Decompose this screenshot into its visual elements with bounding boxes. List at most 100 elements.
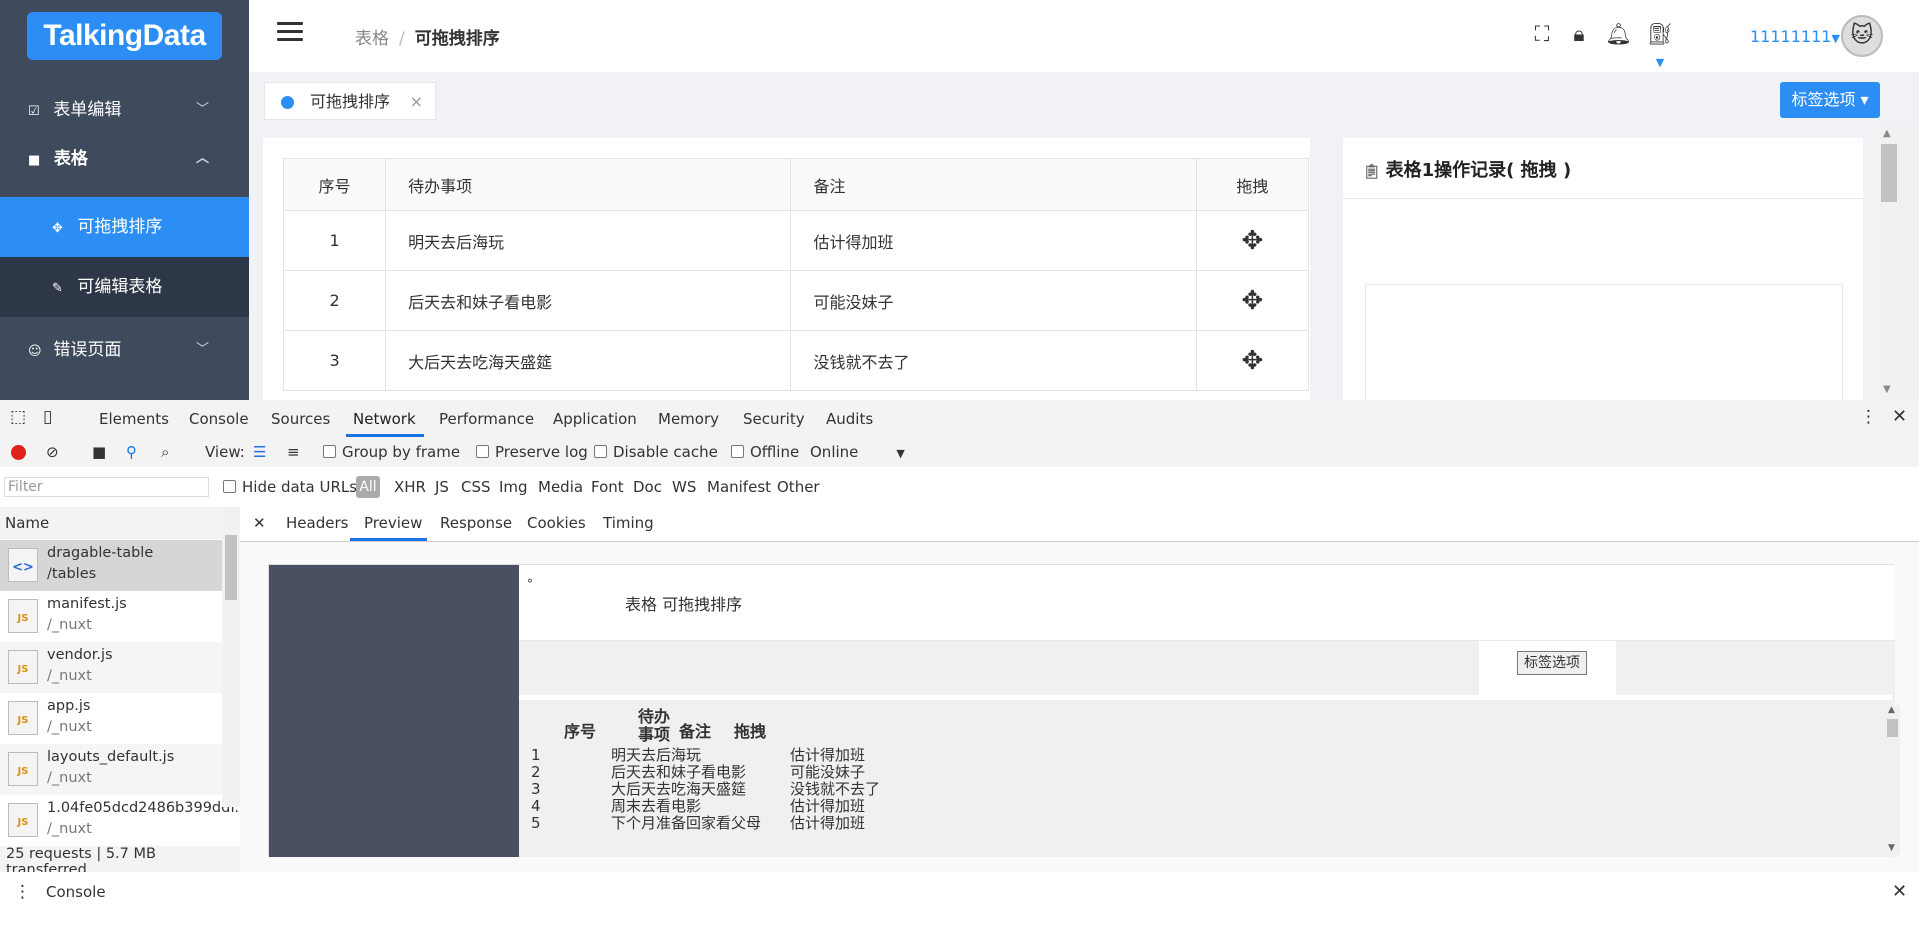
- hamburger-icon[interactable]: [277, 22, 303, 42]
- breadcrumb-parent[interactable]: 表格: [355, 29, 389, 49]
- tab-preview[interactable]: Preview: [364, 514, 422, 532]
- page-scrollbar[interactable]: ▲ ▼: [1879, 126, 1919, 400]
- tag-dragable[interactable]: 可拖拽排序 ×: [264, 82, 436, 120]
- tab-audits[interactable]: Audits: [826, 410, 873, 428]
- scroll-down-icon[interactable]: ▼: [1883, 384, 1891, 395]
- user-menu[interactable]: 11111111▼: [1750, 27, 1840, 46]
- chevron-down-icon: ﹀: [195, 102, 209, 117]
- list-item[interactable]: JS vendor.js /_nuxt: [0, 642, 222, 693]
- tab-cookies[interactable]: Cookies: [527, 514, 586, 532]
- more-options-icon[interactable]: ⋮: [1860, 407, 1877, 427]
- tag-options-button[interactable]: 标签选项 ▾: [1780, 82, 1880, 118]
- filter-ws[interactable]: WS: [672, 478, 696, 496]
- scroll-up-icon[interactable]: ▲: [1888, 705, 1895, 715]
- request-name: dragable-table: [47, 545, 154, 561]
- drag-handle-icon[interactable]: ✥: [1195, 270, 1310, 331]
- close-icon[interactable]: ✕: [253, 514, 266, 532]
- tab-headers[interactable]: Headers: [286, 514, 348, 532]
- tab-application[interactable]: Application: [553, 410, 637, 428]
- filter-xhr[interactable]: XHR: [394, 478, 426, 496]
- drag-handle-icon[interactable]: ✥: [1195, 210, 1310, 271]
- filter-input[interactable]: Filter: [4, 477, 209, 497]
- disable-cache-checkbox[interactable]: Disable cache: [594, 443, 718, 461]
- tab-response[interactable]: Response: [440, 514, 512, 532]
- inspect-icon[interactable]: ⬚: [10, 407, 26, 427]
- cell-no: 2: [531, 763, 541, 781]
- devtools: ⬚ ▯ Elements Console Sources Network Per…: [0, 400, 1919, 937]
- list-item[interactable]: <> dragable-table /tables: [0, 540, 222, 591]
- filter-icon[interactable]: ⚲: [126, 443, 137, 461]
- filter-other[interactable]: Other: [777, 478, 820, 496]
- name-column-header[interactable]: Name: [0, 507, 222, 539]
- list-item[interactable]: JS manifest.js /_nuxt: [0, 591, 222, 642]
- scrollbar-thumb[interactable]: [1881, 144, 1897, 202]
- col-header-note: 备注: [679, 722, 712, 741]
- sidebar-item-form-edit[interactable]: ☑ 表单编辑 ﹀: [0, 80, 249, 140]
- more-options-icon[interactable]: ⋮: [14, 882, 31, 902]
- list-view-icon[interactable]: ☰: [253, 443, 266, 461]
- cell-note: 可能没妹子: [790, 763, 866, 781]
- camera-icon[interactable]: ■: [92, 443, 106, 461]
- scroll-up-icon[interactable]: ▲: [1883, 128, 1891, 139]
- offline-checkbox[interactable]: Offline: [731, 443, 799, 461]
- scrollbar-thumb[interactable]: [225, 535, 237, 600]
- cell-todo: 下个月准备回家看父母: [611, 814, 762, 832]
- scrollbar-thumb[interactable]: [1887, 719, 1898, 737]
- request-path: /_nuxt: [47, 821, 92, 837]
- filter-all-button[interactable]: All: [356, 476, 380, 498]
- cell-todo: 明天去后海玩: [385, 210, 792, 271]
- scroll-down-icon[interactable]: ▼: [1888, 843, 1895, 853]
- tab-console[interactable]: Console: [189, 410, 249, 428]
- preserve-log-checkbox[interactable]: Preserve log: [476, 443, 588, 461]
- list-item[interactable]: JS layouts_default.js /_nuxt: [0, 744, 222, 795]
- filter-media[interactable]: Media: [538, 478, 583, 496]
- lock-icon[interactable]: 🔒︎: [1567, 22, 1591, 48]
- waterfall-view-icon[interactable]: ≡: [287, 443, 300, 461]
- filter-font[interactable]: Font: [591, 478, 624, 496]
- tab-elements[interactable]: Elements: [99, 410, 169, 428]
- col-header-note: 备注: [790, 158, 1197, 211]
- filter-css[interactable]: CSS: [461, 478, 491, 496]
- throttle-select[interactable]: Online ▼: [810, 443, 905, 461]
- preview-tag-options-button[interactable]: 标签选项: [1517, 651, 1587, 675]
- close-icon[interactable]: ✕: [1892, 406, 1907, 427]
- tab-memory[interactable]: Memory: [658, 410, 719, 428]
- network-toolbar: ⊘ ■ ⚲ ⌕ View: ☰ ≡ Group by frame Preserv…: [0, 437, 1919, 467]
- list-item[interactable]: JS app.js /_nuxt: [0, 693, 222, 744]
- clear-icon[interactable]: ⊘: [46, 443, 59, 461]
- paint-bucket-icon[interactable]: ⛽︎▼: [1643, 22, 1677, 69]
- col-header-no: 序号: [564, 722, 597, 741]
- tab-timing[interactable]: Timing: [603, 514, 654, 532]
- smiley-icon: ☺: [28, 344, 42, 359]
- tab-performance[interactable]: Performance: [439, 410, 534, 428]
- tab-network[interactable]: Network: [353, 410, 416, 428]
- drawer-tab-console[interactable]: Console: [46, 883, 106, 901]
- close-icon[interactable]: ×: [410, 83, 423, 121]
- drag-handle-icon[interactable]: ✥: [1195, 330, 1310, 391]
- filter-js[interactable]: JS: [435, 478, 449, 496]
- sidebar-item-table[interactable]: ■ 表格 ︿: [0, 138, 249, 186]
- cell-no: 3: [282, 330, 387, 391]
- search-icon[interactable]: ⌕: [161, 443, 169, 461]
- filter-img[interactable]: Img: [499, 478, 528, 496]
- list-item[interactable]: JS 1.04fe05dcd2486b399ddf... /_nuxt: [0, 795, 248, 846]
- sidebar-item-editable[interactable]: ✎ 可编辑表格: [0, 257, 249, 317]
- sidebar-item-dragable[interactable]: ✥ 可拖拽排序: [0, 197, 249, 257]
- close-icon[interactable]: ✕: [1892, 881, 1907, 902]
- bell-icon[interactable]: 🔔︎: [1605, 22, 1632, 48]
- js-file-icon: JS: [8, 599, 38, 633]
- preview-scrollbar[interactable]: ▲ ▼: [1885, 705, 1900, 855]
- tab-sources[interactable]: Sources: [271, 410, 330, 428]
- fullscreen-icon[interactable]: ⛶: [1530, 22, 1554, 48]
- hide-data-urls-checkbox[interactable]: Hide data URLs: [223, 478, 357, 496]
- device-toggle-icon[interactable]: ▯: [43, 407, 52, 427]
- filter-doc[interactable]: Doc: [633, 478, 662, 496]
- record-icon[interactable]: [11, 445, 26, 460]
- avatar[interactable]: 🐱: [1841, 15, 1883, 57]
- group-by-frame-checkbox[interactable]: Group by frame: [323, 443, 460, 461]
- tab-security[interactable]: Security: [743, 410, 805, 428]
- filter-manifest[interactable]: Manifest: [707, 478, 771, 496]
- request-list-scrollbar[interactable]: [222, 507, 240, 807]
- sidebar-item-error-page[interactable]: ☺ 错误页面 ﹀: [0, 320, 249, 380]
- cell-note: 可能没妹子: [790, 270, 1197, 331]
